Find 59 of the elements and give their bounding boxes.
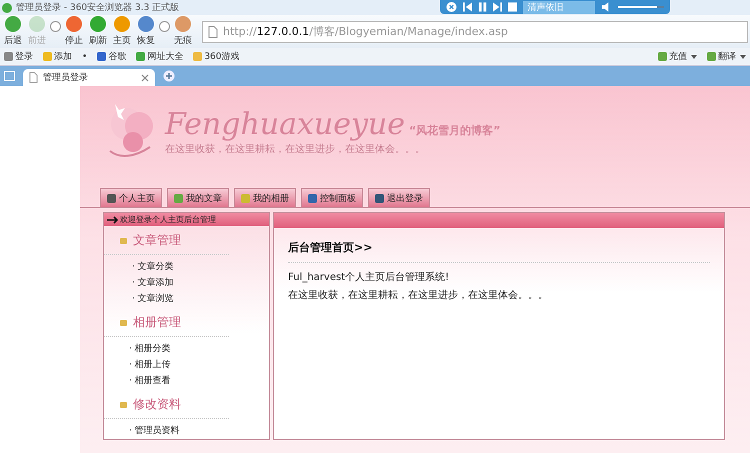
site-logo: Fenghuaxueyue — [165, 106, 405, 142]
track-title: 清声依旧 — [523, 0, 596, 14]
arrow-icon — [107, 216, 119, 224]
content-title: 后台管理首页>> — [288, 240, 374, 255]
toolbar-button[interactable]: 刷新 — [87, 16, 109, 47]
nav-tab[interactable]: 退出登录 — [368, 188, 430, 207]
toolbar-button[interactable]: 停止 — [63, 16, 85, 47]
caret-icon[interactable] — [740, 54, 746, 58]
folder-icon — [120, 238, 127, 244]
new-tab-icon[interactable] — [163, 70, 175, 82]
bookmark-link[interactable]: • — [82, 52, 88, 62]
bookmark-link[interactable]: 登录 — [4, 50, 33, 63]
nav-tab[interactable]: 我的相册 — [234, 188, 296, 207]
stop-icon[interactable] — [508, 1, 518, 13]
browser-tab[interactable]: 管理员登录 — [23, 69, 155, 86]
sidebar-link[interactable]: · 相册分类 — [129, 342, 269, 355]
sidebar-link[interactable]: · 文章添加 — [132, 276, 269, 289]
page-icon — [208, 26, 218, 38]
sidebar-link[interactable]: · 文章浏览 — [132, 292, 269, 305]
toolbar-link[interactable]: 翻译 — [707, 50, 736, 63]
nav-tab[interactable]: 我的文章 — [167, 188, 229, 207]
content-text: 在这里收获，在这里耕耘，在这里进步，在这里体会。。。 — [288, 288, 549, 303]
sidebar-link[interactable]: · 相册查看 — [129, 374, 269, 387]
nav-tab[interactable]: 个人主页 — [100, 188, 162, 207]
toolbar-button[interactable]: 恢复 — [135, 16, 157, 47]
next-icon[interactable] — [493, 1, 502, 13]
content-text: Ful_harvest个人主页后台管理系统! — [288, 270, 450, 285]
sidebar-title: 欢迎登录个人主页后台管理 — [120, 214, 216, 225]
section-heading: 文章管理 — [133, 232, 181, 249]
site-slogan: 在这里收获，在这里耕耘，在这里进步，在这里体会。。。 — [165, 142, 426, 156]
toolbar-button[interactable]: 无痕 — [172, 16, 194, 47]
bookmark-link[interactable]: 网址大全 — [136, 50, 184, 63]
dropdown-icon[interactable] — [159, 21, 170, 32]
nav-tab[interactable]: 控制面板 — [301, 188, 363, 207]
bookmark-link[interactable]: 添加 — [43, 50, 72, 63]
bookmark-link[interactable]: 360游戏 — [193, 50, 240, 63]
address-field[interactable]: http://127.0.0.1/博客/Blogyemian/Manage/index.asp — [202, 20, 748, 42]
section-heading: 相册管理 — [133, 314, 181, 331]
sidebar-link[interactable]: · 相册上传 — [129, 358, 269, 371]
previous-icon[interactable] — [462, 1, 472, 13]
site-tagline: “风花雪月的博客” — [409, 122, 500, 138]
window-title: 管理员登录 - 360安全浏览器 3.3 正式版 — [16, 2, 180, 14]
browser-logo-icon — [2, 2, 12, 12]
folder-icon — [120, 402, 127, 408]
sidebar-link[interactable]: · 管理员资料 — [129, 424, 269, 437]
bookmark-link[interactable]: 谷歌 — [97, 50, 126, 63]
sidebar-link[interactable]: · 文章分类 — [132, 260, 269, 273]
page-icon — [29, 72, 38, 83]
toolbar-button[interactable]: 主页 — [111, 16, 133, 47]
sidebar-toggle-icon[interactable] — [4, 71, 15, 81]
toolbar-link[interactable]: 充值 — [658, 50, 687, 63]
section-heading: 修改资料 — [133, 396, 181, 413]
close-icon[interactable] — [446, 1, 457, 13]
folder-icon — [120, 320, 127, 326]
dropdown-icon[interactable] — [50, 21, 61, 32]
toolbar-button[interactable]: 后退 — [2, 16, 24, 47]
caret-icon[interactable] — [691, 54, 697, 58]
close-icon[interactable] — [141, 74, 149, 82]
pause-icon[interactable] — [478, 1, 488, 13]
